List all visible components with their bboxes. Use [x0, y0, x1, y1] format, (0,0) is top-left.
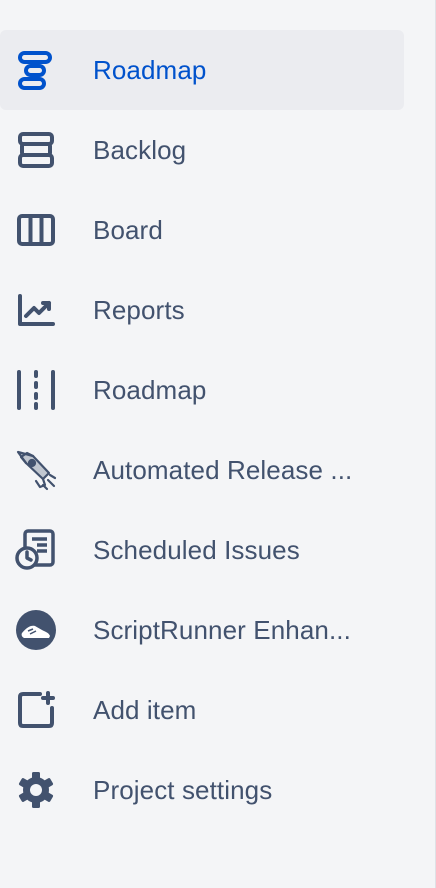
- sidebar-item-roadmap[interactable]: Roadmap: [0, 30, 404, 110]
- gear-icon: [14, 768, 58, 812]
- project-sidebar: Roadmap Backlog Board Reports Roadmap Au…: [0, 0, 436, 888]
- add-item-icon: [14, 688, 58, 732]
- sidebar-item-label: Backlog: [93, 135, 187, 165]
- sidebar-item-project-settings[interactable]: Project settings: [0, 750, 404, 830]
- sidebar-item-label: Board: [93, 215, 163, 245]
- board-icon: [14, 208, 58, 252]
- sidebar-item-add-item[interactable]: Add item: [0, 670, 404, 750]
- sidebar-item-label: ScriptRunner Enhan...: [93, 615, 351, 645]
- sidebar-item-board[interactable]: Board: [0, 190, 404, 270]
- sidebar-item-label: Project settings: [93, 775, 273, 805]
- sidebar-item-label: Scheduled Issues: [93, 535, 300, 565]
- sidebar-item-automated-release[interactable]: Automated Release ...: [0, 430, 404, 510]
- backlog-icon: [14, 128, 58, 172]
- sidebar-item-label: Roadmap: [93, 375, 207, 405]
- scriptrunner-icon: [14, 608, 58, 652]
- sidebar-item-roadmap-addon[interactable]: Roadmap: [0, 350, 404, 430]
- sidebar-item-label: Add item: [93, 695, 197, 725]
- sidebar-item-label: Automated Release ...: [93, 455, 353, 485]
- roadmap-icon: [14, 48, 58, 92]
- sidebar-item-backlog[interactable]: Backlog: [0, 110, 404, 190]
- sidebar-nav: Roadmap Backlog Board Reports Roadmap Au…: [0, 30, 404, 830]
- rocket-icon: [14, 448, 58, 492]
- sidebar-item-scriptrunner[interactable]: ScriptRunner Enhan...: [0, 590, 404, 670]
- sidebar-item-label: Reports: [93, 295, 185, 325]
- reports-icon: [14, 288, 58, 332]
- scheduled-issues-icon: [14, 528, 58, 572]
- sidebar-item-scheduled-issues[interactable]: Scheduled Issues: [0, 510, 404, 590]
- roadmap-dashed-icon: [14, 368, 58, 412]
- sidebar-item-label: Roadmap: [93, 55, 207, 85]
- sidebar-item-reports[interactable]: Reports: [0, 270, 404, 350]
